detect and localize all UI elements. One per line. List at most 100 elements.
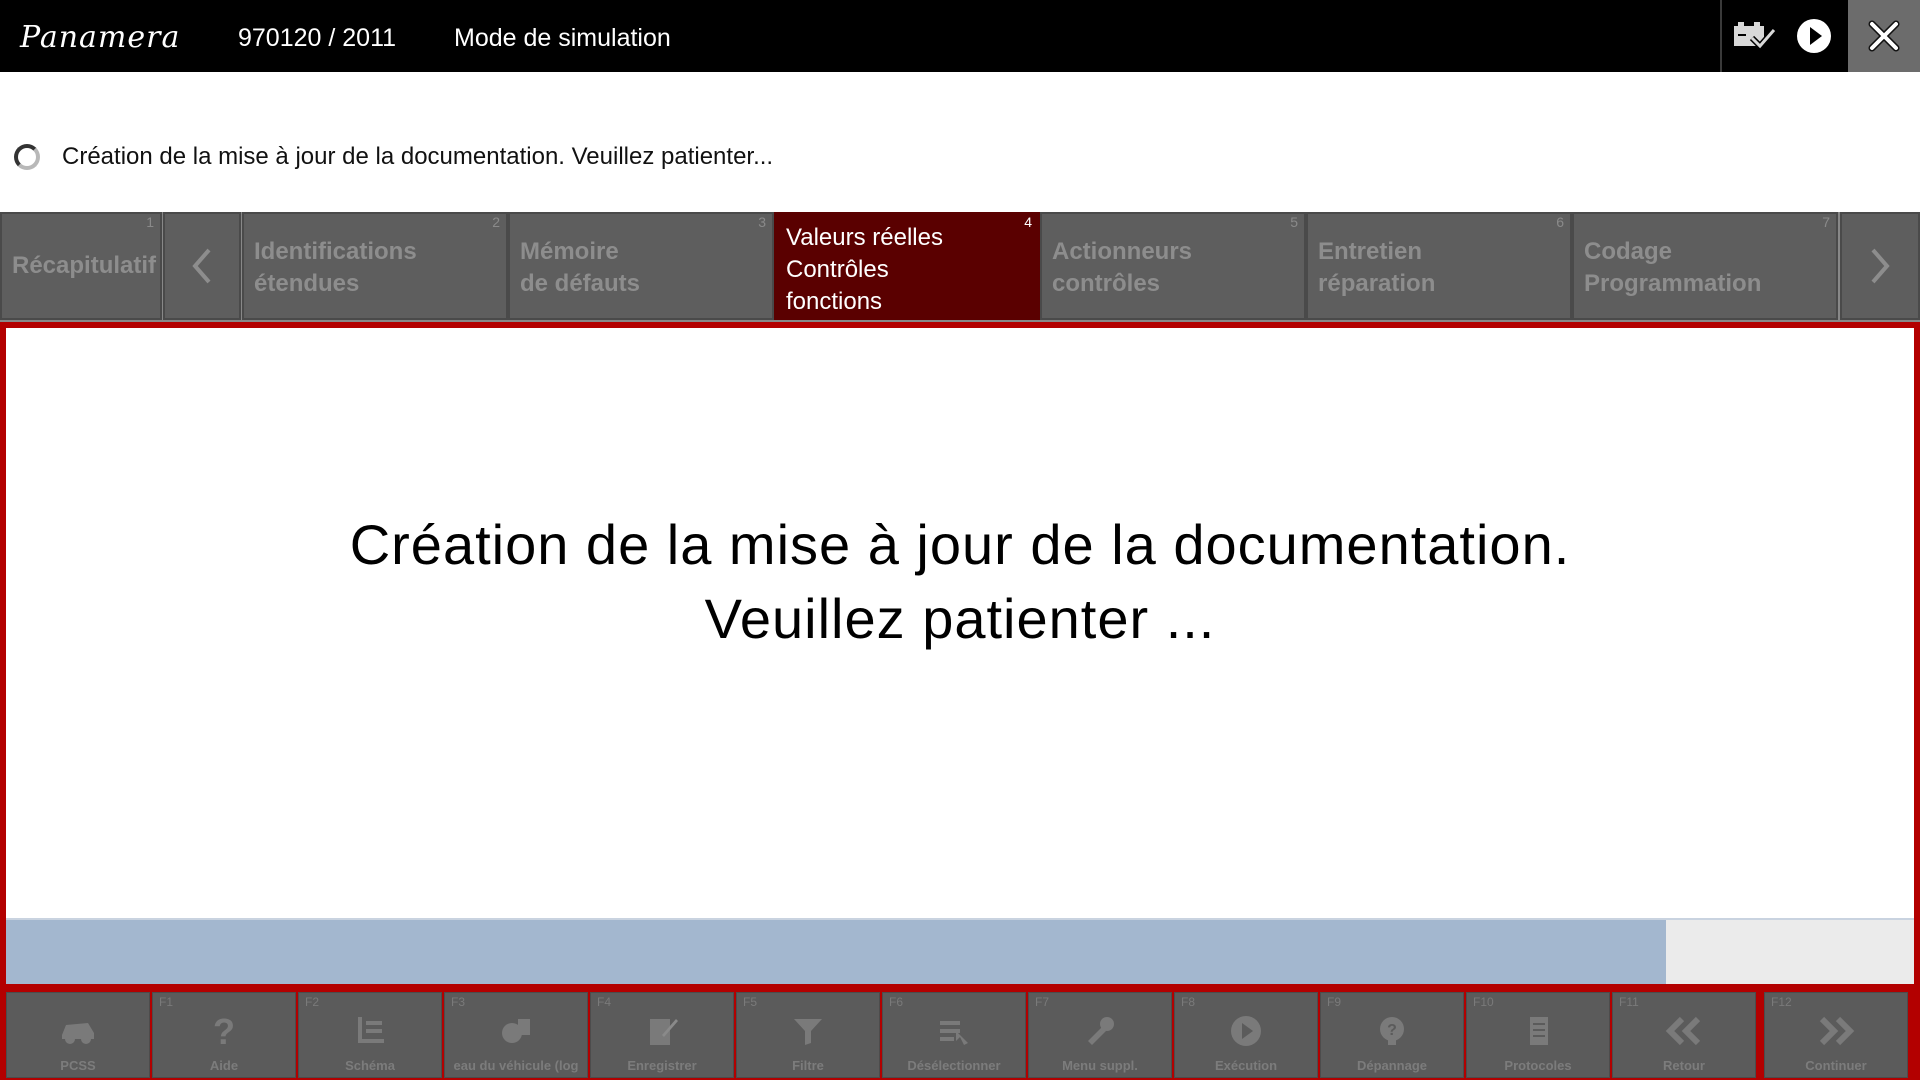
protocols-button[interactable]: F10 Protocoles	[1466, 992, 1610, 1078]
vehicle-log-button[interactable]: F3 eau du véhicule (log	[444, 992, 588, 1078]
tab-number: 2	[492, 214, 500, 230]
schema-button[interactable]: F2 Schéma	[298, 992, 442, 1078]
execute-button[interactable]: F8 Exécution	[1174, 992, 1318, 1078]
function-key-label: F10	[1473, 995, 1494, 1009]
tab-label: Récapitulatif	[12, 252, 157, 279]
tab-memoire-defauts[interactable]: 3 Mémoire de défauts	[508, 212, 774, 320]
help-button[interactable]: F1 ? Aide	[152, 992, 296, 1078]
deselect-icon	[883, 1011, 1025, 1051]
troubleshoot-icon: ?	[1321, 1011, 1463, 1051]
play-icon	[1175, 1011, 1317, 1051]
back-button[interactable]: F11 Retour	[1612, 992, 1756, 1078]
chevron-left-icon	[192, 248, 211, 284]
function-key-label: F5	[743, 995, 758, 1009]
save-button[interactable]: F4 Enregistrer	[590, 992, 734, 1078]
tab-number: 1	[146, 214, 154, 230]
status-text: Création de la mise à jour de la documen…	[62, 143, 774, 170]
button-label: PCSS	[60, 1058, 96, 1073]
chevron-right-icon	[1871, 248, 1890, 284]
tab-valeurs-reelles[interactable]: 4 Valeurs réelles Contrôles fonctions	[774, 212, 1040, 320]
double-chevron-left-icon	[1613, 1011, 1755, 1051]
tab-label: Valeurs réelles Contrôles fonctions	[786, 224, 943, 315]
button-label: Exécution	[1214, 1058, 1278, 1073]
status-line: Création de la mise à jour de la documen…	[14, 142, 773, 172]
tab-label: Identifications étendues	[254, 238, 417, 297]
schema-icon	[299, 1011, 441, 1051]
help-icon: ?	[153, 1011, 295, 1051]
function-key-label: F12	[1771, 995, 1792, 1009]
function-key-label: F4	[597, 995, 612, 1009]
tab-entretien[interactable]: 6 Entretien réparation	[1306, 212, 1572, 320]
function-key-toolbar: PCSS F1 ? Aide F2 Schéma F3 eau du véhic…	[0, 990, 1920, 1080]
button-label: Désélectionner	[907, 1058, 1001, 1073]
function-key-label: F1	[159, 995, 174, 1009]
button-label: Protocoles	[1504, 1058, 1572, 1073]
continue-button[interactable]: F12 Continuer	[1764, 992, 1908, 1078]
save-icon	[591, 1011, 733, 1051]
button-label: Filtre	[792, 1058, 824, 1073]
vehicle-id: 970120 / 2011	[238, 24, 397, 52]
button-label: Retour	[1663, 1058, 1705, 1073]
function-key-label: F2	[305, 995, 320, 1009]
double-chevron-right-icon	[1765, 1011, 1907, 1051]
loading-message-line1: Création de la mise à jour de la documen…	[349, 513, 1571, 576]
filter-button[interactable]: F5 Filtre	[736, 992, 880, 1078]
tab-number: 7	[1822, 214, 1830, 230]
menu-extra-icon	[1029, 1011, 1171, 1051]
tab-label: Entretien réparation	[1318, 238, 1436, 297]
tab-recapitulatif[interactable]: 1 Récapitulatif	[0, 212, 162, 320]
tabs-prev-button[interactable]	[163, 212, 241, 320]
battery-check-button[interactable]	[1726, 8, 1782, 64]
svg-text:?: ?	[213, 1012, 235, 1050]
tab-label: Actionneurs contrôles	[1052, 238, 1193, 297]
function-key-label: F11	[1619, 995, 1639, 1009]
button-label: Menu suppl.	[1062, 1058, 1138, 1073]
close-icon	[1868, 20, 1900, 52]
mode-label: Mode de simulation	[454, 24, 671, 52]
tab-label: Mémoire de défauts	[520, 238, 641, 297]
button-label: Dépannage	[1356, 1058, 1428, 1073]
content-panel: Création de la mise à jour de la documen…	[0, 322, 1920, 990]
filter-icon	[737, 1011, 879, 1051]
loading-message: Création de la mise à jour de la documen…	[6, 508, 1914, 656]
tabs-next-button[interactable]	[1840, 212, 1920, 320]
tab-actionneurs[interactable]: 5 Actionneurs contrôles	[1040, 212, 1306, 320]
function-key-label: F7	[1035, 995, 1050, 1009]
progress-bar	[6, 918, 1914, 984]
title-bar: Panamera 970120 / 2011 Mode de simulatio…	[0, 0, 1920, 72]
play-icon	[1797, 19, 1831, 53]
button-label: eau du véhicule (log	[453, 1058, 579, 1073]
troubleshoot-button[interactable]: F9 ? Dépannage	[1320, 992, 1464, 1078]
function-key-label: F3	[451, 995, 466, 1009]
function-key-label: F9	[1327, 995, 1342, 1009]
function-key-label: F6	[889, 995, 904, 1009]
pcss-button[interactable]: PCSS	[6, 992, 150, 1078]
loading-spinner-icon	[14, 144, 40, 170]
close-button[interactable]	[1848, 0, 1920, 72]
button-label: Aide	[209, 1058, 239, 1073]
battery-check-icon	[1734, 22, 1776, 51]
button-label: Enregistrer	[627, 1058, 697, 1073]
tab-codage[interactable]: 7 Codage Programmation	[1572, 212, 1838, 320]
tab-number: 4	[1024, 214, 1032, 230]
function-key-label: F8	[1181, 995, 1196, 1009]
function-tabs: 1 Récapitulatif 2 Identifications étendu…	[0, 212, 1920, 322]
tab-label: Codage Programmation	[1584, 238, 1762, 297]
car-service-icon	[7, 1011, 149, 1051]
progress-bar-fill	[6, 920, 1666, 984]
start-button[interactable]	[1786, 8, 1842, 64]
svg-text:?: ?	[1387, 1022, 1397, 1039]
loading-message-line2: Veuillez patienter ...	[704, 587, 1216, 650]
tab-number: 3	[758, 214, 766, 230]
tab-number: 5	[1290, 214, 1298, 230]
protocol-icon	[1467, 1011, 1609, 1051]
panamera-logo: Panamera	[20, 20, 181, 55]
header-divider	[1720, 0, 1722, 72]
menu-extra-button[interactable]: F7 Menu suppl.	[1028, 992, 1172, 1078]
tab-number: 6	[1556, 214, 1564, 230]
deselect-button[interactable]: F6 Désélectionner	[882, 992, 1026, 1078]
tab-identifications[interactable]: 2 Identifications étendues	[242, 212, 508, 320]
vehicle-log-icon	[445, 1011, 587, 1051]
button-label: Schéma	[345, 1058, 395, 1073]
button-label: Continuer	[1805, 1058, 1867, 1073]
